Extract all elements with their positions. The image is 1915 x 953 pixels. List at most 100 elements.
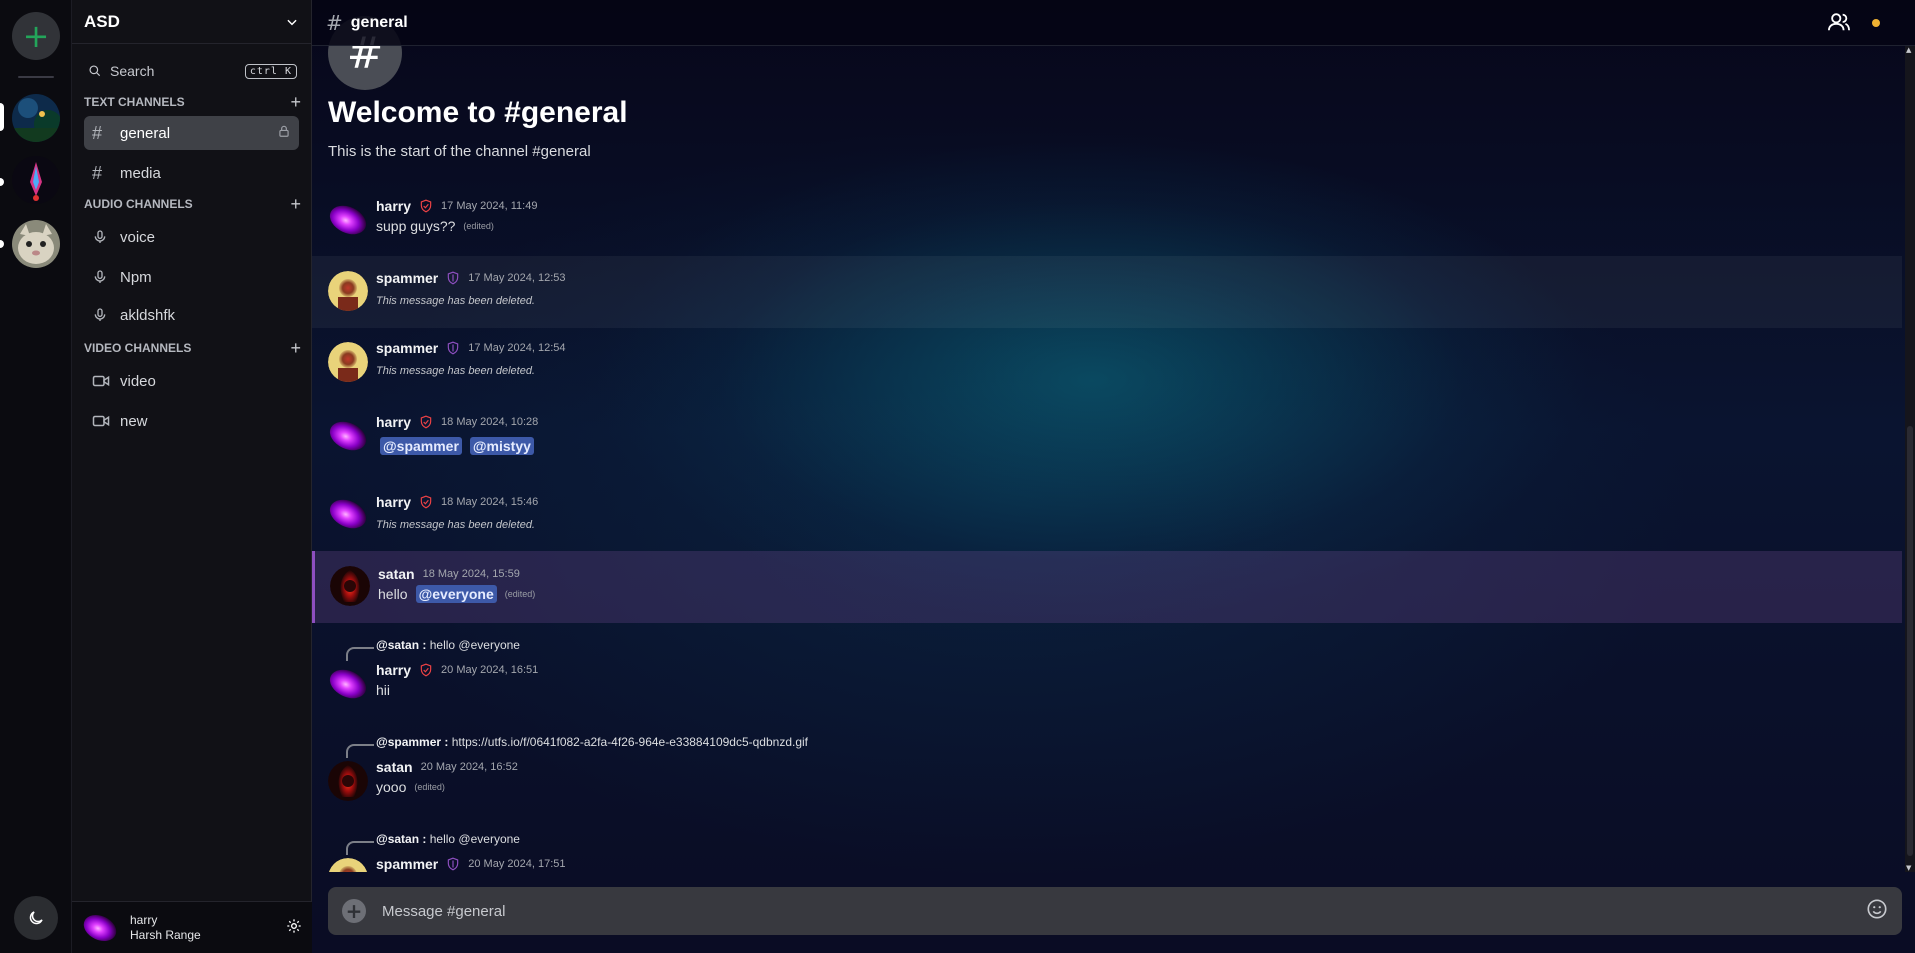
message-text: supp guys?? xyxy=(376,218,456,234)
section-title: VIDEO CHANNELS xyxy=(84,341,192,355)
search-button[interactable]: Search ctrl K xyxy=(82,58,303,84)
reply-preview[interactable]: @spammer : https://utfs.io/f/0641f082-a2… xyxy=(376,735,808,749)
message-item[interactable]: harry 18 May 2024, 10:28 @spammer @misty… xyxy=(312,404,1902,474)
reply-preview[interactable]: @satan : hello @everyone xyxy=(376,832,520,846)
user-mention[interactable]: @mistyy xyxy=(469,437,534,455)
lock-icon xyxy=(277,124,291,142)
message-timestamp: 17 May 2024, 11:49 xyxy=(441,200,538,212)
message-item-reply[interactable]: @spammer : https://utfs.io/f/0641f082-a2… xyxy=(312,733,1902,813)
server-2[interactable] xyxy=(12,156,60,204)
user-avatar[interactable] xyxy=(82,910,118,946)
chat-scrollbar[interactable]: ▲ ▼ xyxy=(1905,46,1915,872)
channel-new[interactable]: new xyxy=(84,404,299,438)
channel-voice[interactable]: voice xyxy=(84,220,299,254)
shield-check-icon xyxy=(419,415,433,429)
server-header[interactable]: ASD xyxy=(72,0,311,44)
avatar[interactable] xyxy=(328,271,368,311)
avatar[interactable] xyxy=(330,566,370,606)
hash-icon: # xyxy=(326,10,343,35)
message-timestamp: 18 May 2024, 10:28 xyxy=(441,416,539,428)
reply-connector xyxy=(346,841,374,855)
channel-header: # general xyxy=(312,0,1915,46)
channel-akldshfk[interactable]: akldshfk xyxy=(84,298,299,332)
gear-icon[interactable] xyxy=(286,918,302,938)
channel-label: Npm xyxy=(120,268,152,286)
scroll-up-arrow-icon[interactable]: ▲ xyxy=(1906,46,1911,54)
scroll-down-arrow-icon[interactable]: ▼ xyxy=(1906,864,1911,872)
message-author[interactable]: satan xyxy=(376,759,413,775)
scrollbar-thumb[interactable] xyxy=(1907,426,1913,856)
reply-author: @satan : xyxy=(376,832,427,846)
video-camera-icon xyxy=(92,414,114,428)
channel-label: akldshfk xyxy=(120,306,176,324)
message-author[interactable]: spammer xyxy=(376,270,438,286)
message-item[interactable]: spammer 17 May 2024, 12:54 This message … xyxy=(312,330,1902,402)
server-3[interactable] xyxy=(12,220,60,268)
reply-author: @satan : xyxy=(376,638,427,652)
section-title: AUDIO CHANNELS xyxy=(84,197,193,211)
shield-check-icon xyxy=(419,199,433,213)
create-audio-channel-button[interactable]: + xyxy=(290,194,301,215)
message-timestamp: 17 May 2024, 12:54 xyxy=(468,342,566,354)
message-item-reply[interactable]: @satan : hello @everyone harry 20 May 20… xyxy=(312,636,1902,716)
shield-check-icon xyxy=(419,663,433,677)
channel-npm[interactable]: Npm xyxy=(84,260,299,294)
chat-area: # general # Welcome to #general This is … xyxy=(312,0,1915,953)
channel-label: general xyxy=(120,124,171,142)
reply-text: hello @everyone xyxy=(429,638,520,652)
avatar[interactable] xyxy=(328,342,368,382)
user-full-name: Harsh Range xyxy=(130,927,201,942)
emoji-icon[interactable] xyxy=(1866,898,1888,924)
reply-preview[interactable]: @satan : hello @everyone xyxy=(376,638,520,652)
channel-media[interactable]: # media xyxy=(84,156,299,190)
message-author[interactable]: harry xyxy=(376,494,411,510)
avatar[interactable] xyxy=(328,761,368,801)
message-item[interactable]: spammer 17 May 2024, 12:53 This message … xyxy=(312,256,1902,328)
add-server-button[interactable]: + xyxy=(12,12,60,60)
message-item[interactable]: harry 18 May 2024, 15:46 This message ha… xyxy=(312,484,1902,550)
audio-channels-header: AUDIO CHANNELS + xyxy=(72,194,311,214)
create-text-channel-button[interactable]: + xyxy=(290,92,301,113)
search-shortcut: ctrl K xyxy=(244,63,297,79)
channel-video[interactable]: video xyxy=(84,364,299,398)
everyone-mention[interactable]: @everyone xyxy=(415,585,497,603)
message-author[interactable]: satan xyxy=(378,566,415,582)
message-text: hello xyxy=(378,586,408,602)
message-author[interactable]: harry xyxy=(376,414,411,430)
members-icon[interactable] xyxy=(1827,11,1851,37)
message-item[interactable]: harry 17 May 2024, 11:49 supp guys?? (ed… xyxy=(312,192,1902,254)
avatar[interactable] xyxy=(328,858,368,872)
channel-label: media xyxy=(120,164,161,182)
create-video-channel-button[interactable]: + xyxy=(290,338,301,359)
message-author[interactable]: harry xyxy=(376,662,411,678)
add-attachment-button[interactable]: + xyxy=(342,899,366,923)
message-item-reply[interactable]: @satan : hello @everyone spammer 20 May … xyxy=(312,830,1902,872)
message-author[interactable]: harry xyxy=(376,198,411,214)
avatar[interactable] xyxy=(328,664,368,704)
channel-label: new xyxy=(120,412,148,430)
server-asd[interactable] xyxy=(12,94,60,142)
video-channels-header: VIDEO CHANNELS + xyxy=(72,338,311,358)
avatar[interactable] xyxy=(328,416,368,456)
hash-icon: # xyxy=(92,122,103,143)
avatar[interactable] xyxy=(328,494,368,534)
message-author[interactable]: spammer xyxy=(376,340,438,356)
shield-icon xyxy=(446,857,460,871)
status-dot xyxy=(1872,19,1880,27)
theme-toggle-button[interactable] xyxy=(14,896,58,940)
message-text: yooo xyxy=(376,779,407,795)
edited-label: (edited) xyxy=(504,589,536,599)
deleted-message: This message has been deleted. xyxy=(376,295,535,307)
user-mention[interactable]: @spammer xyxy=(380,437,462,455)
message-author[interactable]: spammer xyxy=(376,856,438,872)
message-input[interactable] xyxy=(382,902,1866,920)
reply-text: hello @everyone xyxy=(429,832,520,846)
server-selected-indicator xyxy=(0,103,4,131)
search-label: Search xyxy=(110,63,155,79)
channel-general[interactable]: # general xyxy=(84,116,299,150)
message-timestamp: 20 May 2024, 17:51 xyxy=(468,858,566,870)
edited-label: (edited) xyxy=(414,782,445,792)
message-item-mentioned[interactable]: satan 18 May 2024, 15:59 hello @everyone… xyxy=(312,551,1902,623)
avatar[interactable] xyxy=(328,200,368,240)
message-text: hii xyxy=(376,682,391,698)
